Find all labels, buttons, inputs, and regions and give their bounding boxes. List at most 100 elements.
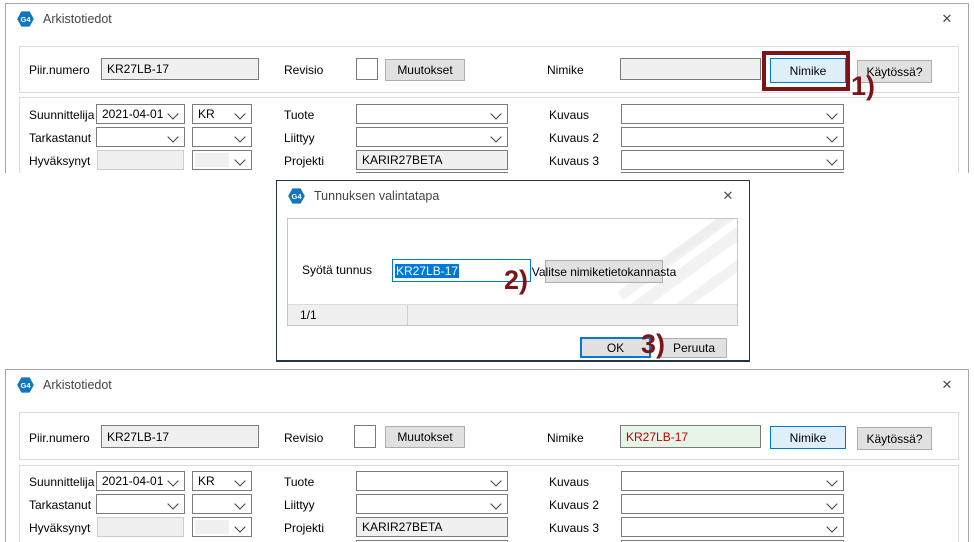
liittyy-label: Liittyy	[284, 128, 315, 148]
tuote-combo[interactable]	[356, 471, 508, 491]
kuvaus2-combo[interactable]	[621, 494, 844, 514]
selected-text: KR27LB-17	[395, 264, 459, 278]
window-arkistotiedot-top: G4 Arkistotiedot ✕ Piir.numero KR27LB-17…	[5, 3, 969, 173]
revisio-label: Revisio	[284, 60, 323, 80]
close-icon[interactable]: ✕	[939, 377, 955, 393]
hyvaksynyt-label: Hyväksynyt	[29, 518, 90, 538]
cut-combo-sliver	[621, 172, 844, 173]
tarkastanut-initials-combo[interactable]	[192, 494, 252, 514]
kaytossa-button[interactable]: Käytössä?	[857, 427, 932, 450]
nimike-field[interactable]	[620, 58, 761, 80]
status-divider	[407, 305, 408, 325]
revisio-label: Revisio	[284, 428, 323, 448]
piir-numero-label: Piir.numero	[29, 60, 90, 80]
kuvaus2-combo[interactable]	[621, 127, 844, 147]
g4-app-icon: G4	[17, 377, 34, 393]
status-count: 1/1	[300, 305, 317, 325]
kuvaus-label: Kuvaus	[549, 472, 589, 492]
window-title: Tunnuksen valintatapa	[314, 189, 439, 203]
tarkastanut-combo[interactable]	[96, 494, 185, 514]
g4-app-icon: G4	[288, 188, 305, 204]
suunnittelija-date-value: 2021-04-01	[102, 107, 163, 121]
hyvaksynyt-label: Hyväksynyt	[29, 151, 90, 171]
nimike-button[interactable]: Nimike	[770, 426, 846, 449]
status-bar: 1/1	[288, 304, 737, 325]
valitse-nimiketietokannasta-button[interactable]: Valitse nimiketietokannasta	[545, 260, 663, 283]
chevron-down-icon	[167, 498, 178, 509]
revisio-field[interactable]	[356, 58, 378, 80]
close-icon[interactable]: ✕	[720, 188, 736, 204]
tarkastanut-combo[interactable]	[96, 127, 185, 147]
cut-field-sliver	[356, 172, 508, 173]
chevron-down-icon	[826, 521, 837, 532]
piir-numero-label: Piir.numero	[29, 428, 90, 448]
projekti-field[interactable]: KARIR27BETA	[356, 517, 508, 537]
screenshot-stage: G4 Arkistotiedot ✕ Piir.numero KR27LB-17…	[0, 0, 974, 542]
hyvaksynyt-initials-combo[interactable]	[192, 150, 252, 170]
projekti-field[interactable]: KARIR27BETA	[356, 150, 508, 170]
g4-app-icon: G4	[17, 11, 34, 27]
titlebar[interactable]: G4 Arkistotiedot	[6, 4, 968, 34]
liittyy-combo[interactable]	[356, 494, 508, 514]
kuvaus3-combo[interactable]	[621, 150, 844, 170]
liittyy-combo[interactable]	[356, 127, 508, 147]
suunnittelija-label: Suunnittelija	[29, 105, 94, 125]
window-title: Arkistotiedot	[43, 378, 112, 392]
hyvaksynyt-field[interactable]	[97, 517, 184, 537]
nimike-label: Nimike	[547, 60, 584, 80]
kuvaus2-label: Kuvaus 2	[549, 128, 599, 148]
muutokset-button[interactable]: Muutokset	[385, 59, 465, 81]
chevron-down-icon	[826, 154, 837, 165]
suunnittelija-initials-combo[interactable]: KR	[192, 471, 252, 491]
window-title: Arkistotiedot	[43, 12, 112, 26]
disabled-fill	[195, 520, 229, 534]
tuote-label: Tuote	[284, 105, 314, 125]
kuvaus2-label: Kuvaus 2	[549, 495, 599, 515]
tuote-combo[interactable]	[356, 104, 508, 124]
muutokset-button[interactable]: Muutokset	[385, 426, 465, 448]
suunnittelija-date-combo[interactable]: 2021-04-01	[96, 471, 185, 491]
disabled-fill	[195, 153, 229, 167]
step1-annotation: 1)	[851, 73, 875, 100]
step2-annotation: 2)	[504, 267, 528, 294]
chevron-down-icon	[490, 131, 501, 142]
suunnittelija-initials-combo[interactable]: KR	[192, 104, 252, 124]
hyvaksynyt-field[interactable]	[97, 150, 184, 170]
tarkastanut-initials-combo[interactable]	[192, 127, 252, 147]
chevron-down-icon	[167, 475, 178, 486]
chevron-down-icon	[234, 154, 245, 165]
kuvaus-combo[interactable]	[621, 104, 844, 124]
chevron-down-icon	[490, 498, 501, 509]
nimike-field[interactable]: KR27LB-17	[620, 425, 761, 448]
hyvaksynyt-initials-combo[interactable]	[192, 517, 252, 537]
kuvaus3-label: Kuvaus 3	[549, 151, 599, 171]
piir-numero-field[interactable]: KR27LB-17	[101, 58, 259, 80]
suunnittelija-date-value: 2021-04-01	[102, 474, 163, 488]
kuvaus3-combo[interactable]	[621, 517, 844, 537]
chevron-down-icon	[167, 131, 178, 142]
projekti-label: Projekti	[284, 518, 324, 538]
syota-tunnus-label: Syötä tunnus	[302, 260, 372, 280]
liittyy-label: Liittyy	[284, 495, 315, 515]
suunnittelija-date-combo[interactable]: 2021-04-01	[96, 104, 185, 124]
suunnittelija-initials-value: KR	[198, 474, 215, 488]
nimike-label: Nimike	[547, 428, 584, 448]
tuote-label: Tuote	[284, 472, 314, 492]
peruuta-button[interactable]: Peruuta	[661, 338, 727, 358]
kuvaus-combo[interactable]	[621, 471, 844, 491]
close-icon[interactable]: ✕	[939, 11, 955, 27]
chevron-down-icon	[826, 475, 837, 486]
chevron-down-icon	[234, 498, 245, 509]
chevron-down-icon	[826, 131, 837, 142]
tarkastanut-label: Tarkastanut	[29, 128, 91, 148]
chevron-down-icon	[234, 521, 245, 532]
suunnittelija-label: Suunnittelija	[29, 472, 94, 492]
chevron-down-icon	[234, 475, 245, 486]
titlebar[interactable]: G4 Tunnuksen valintatapa	[277, 181, 749, 211]
chevron-down-icon	[490, 108, 501, 119]
revisio-field[interactable]	[354, 425, 376, 448]
titlebar[interactable]: G4 Arkistotiedot	[6, 370, 968, 400]
suunnittelija-initials-value: KR	[198, 107, 215, 121]
piir-numero-field[interactable]: KR27LB-17	[101, 425, 259, 448]
projekti-label: Projekti	[284, 151, 324, 171]
